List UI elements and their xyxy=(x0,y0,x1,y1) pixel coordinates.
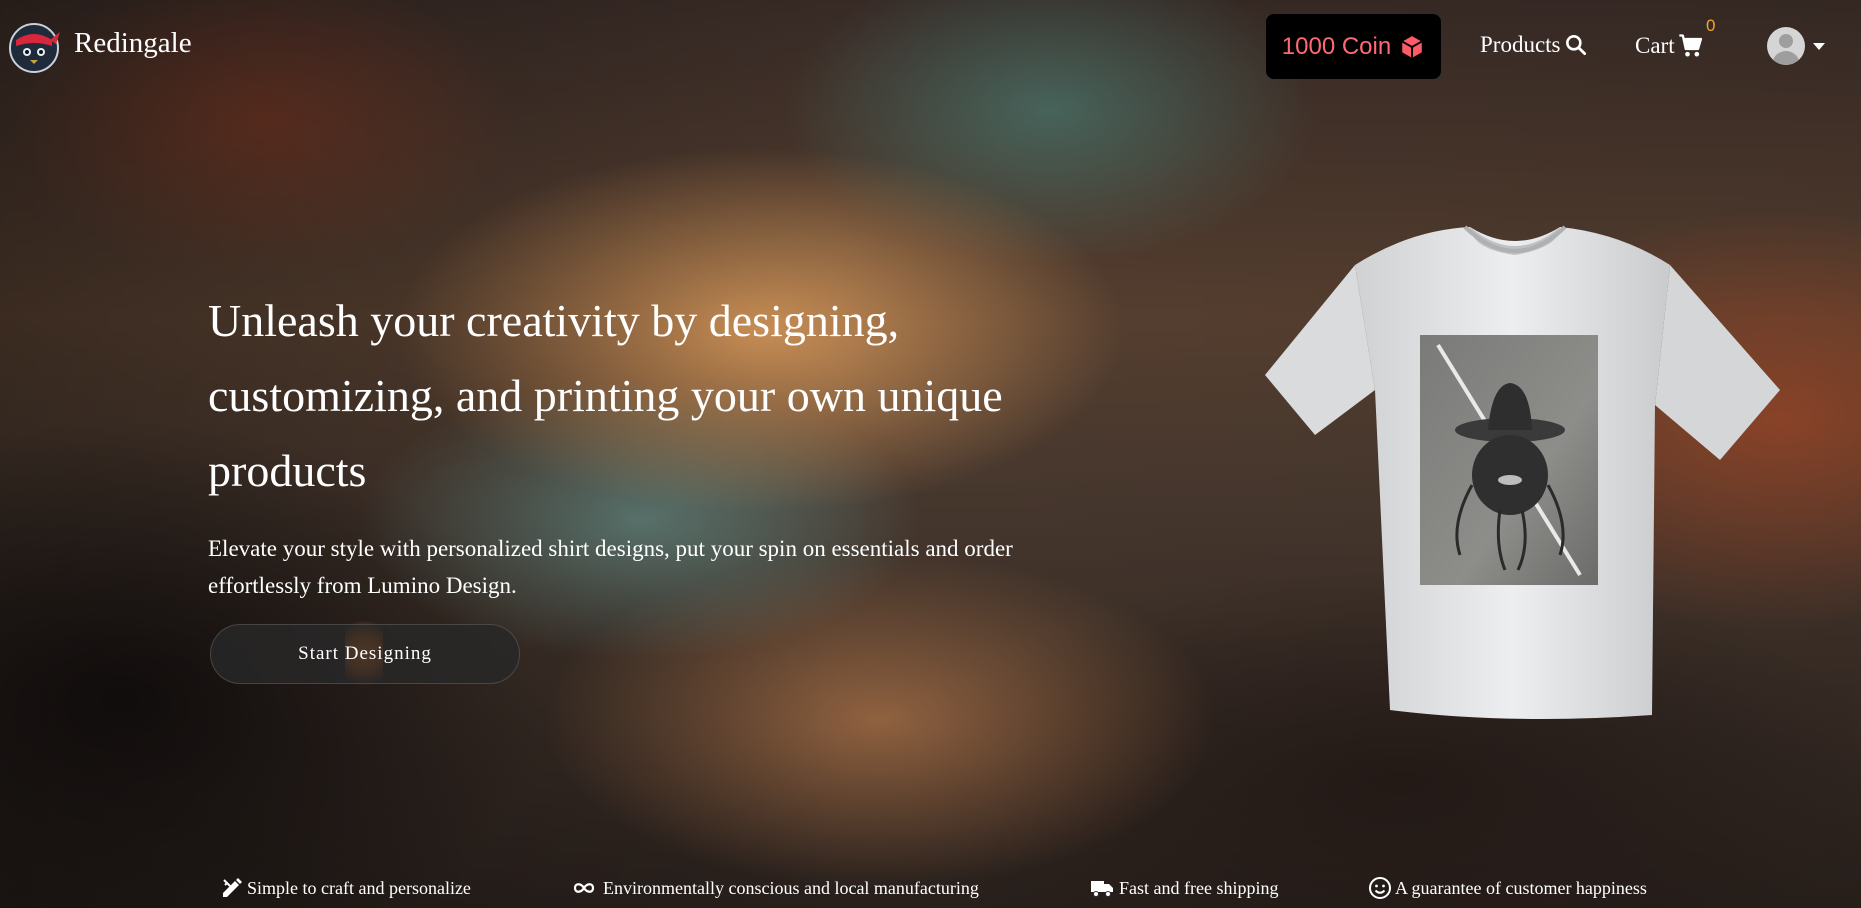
feature-item: Fast and free shipping xyxy=(1088,876,1278,900)
smiley-icon xyxy=(1369,877,1391,899)
tshirt-product-image xyxy=(1265,225,1780,719)
brand-logo[interactable] xyxy=(6,18,62,74)
infinity-icon xyxy=(573,883,595,893)
cart-count-badge: 0 xyxy=(1706,16,1716,35)
feature-item: Environmentally conscious and local manu… xyxy=(568,876,979,900)
start-designing-button[interactable]: Start Designing xyxy=(210,624,520,684)
brand-name[interactable]: Redingale xyxy=(74,27,192,60)
feature-item: Simple to craft and personalize xyxy=(220,876,471,900)
products-nav-link[interactable]: Products xyxy=(1480,32,1589,58)
truck-icon xyxy=(1091,881,1113,897)
cube-icon xyxy=(1401,35,1423,58)
feature-label: Fast and free shipping xyxy=(1119,877,1279,898)
avatar xyxy=(1767,27,1805,65)
cart-nav-link[interactable]: Cart xyxy=(1635,32,1705,60)
shopping-cart-icon xyxy=(1678,34,1702,57)
hero-subtext: Elevate your style with personalized shi… xyxy=(208,536,1013,598)
chevron-down-icon xyxy=(1813,42,1825,50)
coin-balance-label: 1000 Coin xyxy=(1281,32,1392,60)
feature-label: Simple to craft and personalize xyxy=(247,877,471,898)
hero-headline: Unleash your creativity by designing, cu… xyxy=(208,295,1003,496)
user-menu[interactable] xyxy=(1767,27,1825,65)
features-bar: Simple to craft and personalize Environm… xyxy=(0,876,1861,902)
avatar-head xyxy=(1779,34,1793,48)
search-icon xyxy=(1565,35,1586,56)
coin-balance-button[interactable]: 1000 Coin xyxy=(1266,14,1441,79)
feature-label: A guarantee of customer happiness xyxy=(1395,877,1647,898)
feature-item: A guarantee of customer happiness xyxy=(1368,876,1647,900)
products-label: Products xyxy=(1480,32,1561,57)
avatar-body xyxy=(1772,51,1800,65)
cart-label: Cart xyxy=(1635,33,1675,58)
top-navbar: Redingale 1000 Coin Products Cart 0 xyxy=(0,0,1861,94)
pencil-ruler-icon xyxy=(223,878,242,897)
feature-label: Environmentally conscious and local manu… xyxy=(603,877,979,898)
